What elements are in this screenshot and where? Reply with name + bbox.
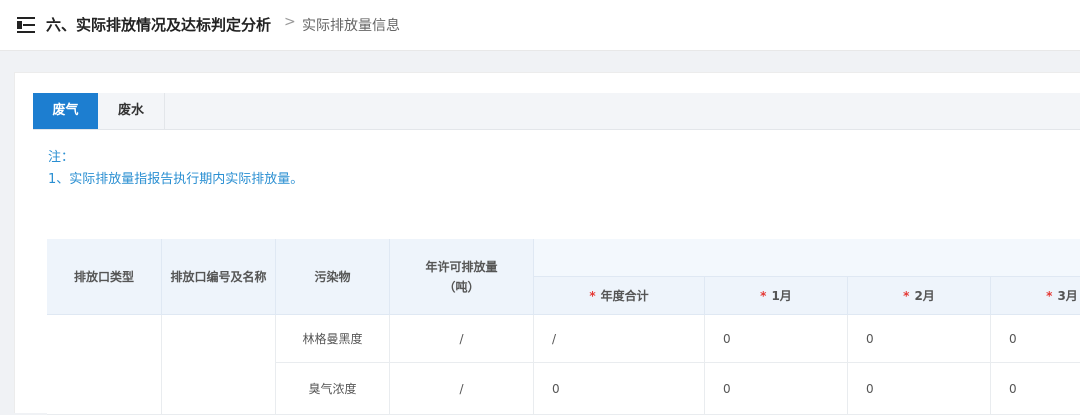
cell-outlet-type	[47, 315, 162, 415]
required-mark: *	[760, 288, 767, 303]
cell-annual-permit: /	[390, 363, 534, 415]
cell-annual-total[interactable]: /	[534, 315, 705, 363]
cell-month-3[interactable]: 0	[991, 315, 1080, 363]
header-actual-emission-group	[534, 239, 1080, 277]
cell-pollutant: 林格曼黑度	[276, 315, 390, 363]
breadcrumb-current-page: 实际排放量信息	[302, 18, 400, 34]
header-month-3: * 3月	[991, 277, 1080, 315]
header-annual-total-label: 年度合计	[600, 288, 649, 303]
header-pollutant: 污染物	[276, 239, 390, 315]
header-month-2-label: 2月	[914, 288, 935, 303]
header-month-2: * 2月	[848, 277, 991, 315]
cell-month-2[interactable]: 0	[848, 315, 991, 363]
required-mark: *	[589, 288, 596, 303]
required-mark: *	[903, 288, 910, 303]
top-bar: 六、实际排放情况及达标判定分析 > 实际排放量信息	[0, 0, 1080, 51]
tab-exhaust-gas[interactable]: 废气	[33, 93, 98, 129]
breadcrumb-section-title[interactable]: 六、实际排放情况及达标判定分析	[46, 14, 271, 35]
header-annual-permit: 年许可排放量（吨）	[390, 239, 534, 315]
required-mark: *	[1046, 288, 1053, 303]
cell-annual-total[interactable]: 0	[534, 363, 705, 415]
note-item: 1、实际排放量指报告执行期内实际排放量。	[48, 172, 304, 187]
header-month-3-label: 3月	[1057, 288, 1078, 303]
header-month-1: * 1月	[705, 277, 848, 315]
breadcrumb-separator-icon: >	[284, 14, 296, 30]
menu-fold-icon[interactable]	[17, 17, 35, 33]
header-outlet-id-name: 排放口编号及名称	[162, 239, 276, 315]
header-month-1-label: 1月	[771, 288, 792, 303]
tab-wastewater[interactable]: 废水	[98, 93, 165, 129]
cell-month-3[interactable]: 0	[991, 363, 1080, 415]
cell-month-2[interactable]: 0	[848, 363, 991, 415]
note-heading: 注：	[48, 150, 75, 165]
cell-month-1[interactable]: 0	[705, 315, 848, 363]
cell-pollutant: 臭气浓度	[276, 363, 390, 415]
header-annual-total: * 年度合计	[534, 277, 705, 315]
cell-outlet-id-name	[162, 315, 276, 415]
header-outlet-type: 排放口类型	[47, 239, 162, 315]
cell-month-1[interactable]: 0	[705, 363, 848, 415]
tab-bar	[33, 93, 1080, 130]
cell-annual-permit: /	[390, 315, 534, 363]
